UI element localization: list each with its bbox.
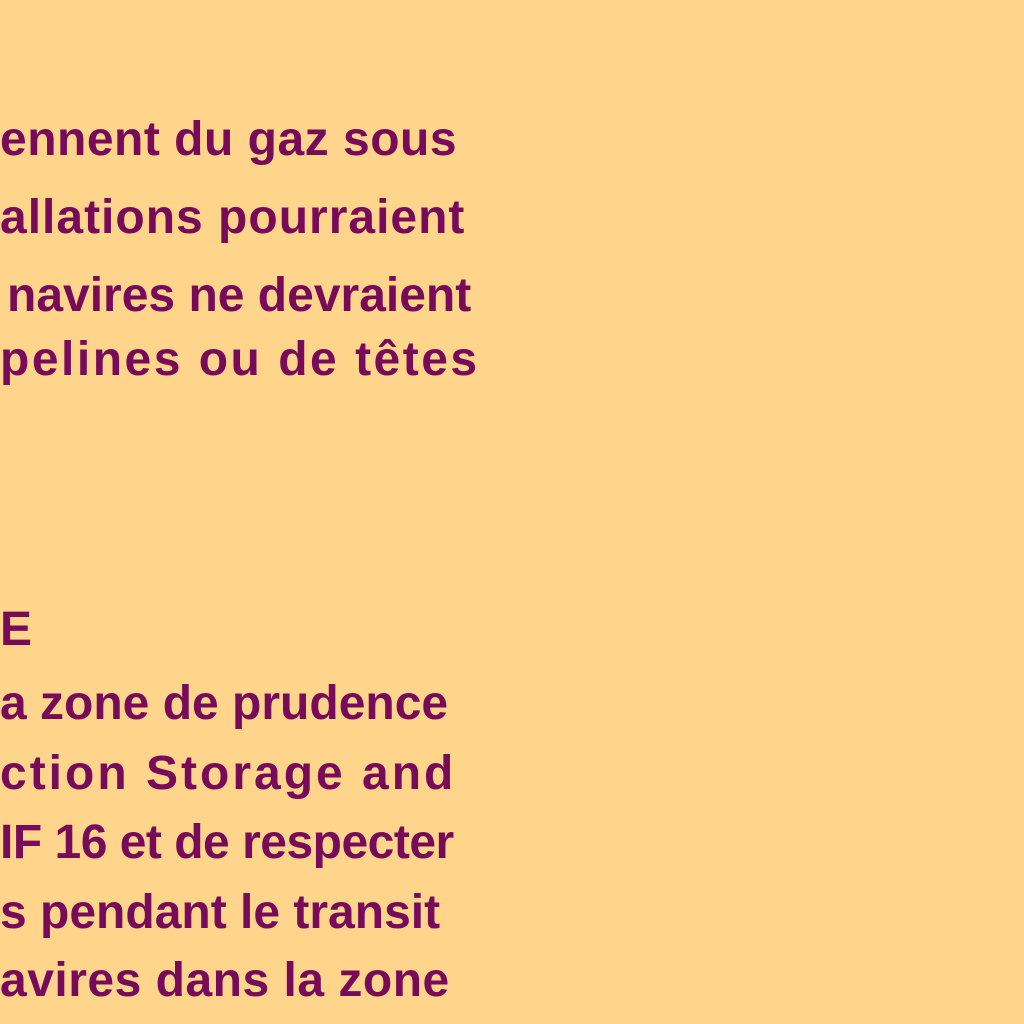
- paragraph-2-line-4: s pendant le transit: [0, 886, 441, 939]
- paragraph-1-line-4: pelines ou de têtes: [0, 333, 480, 386]
- paragraph-1-line-1: ennent du gaz sous: [0, 113, 458, 166]
- paragraph-2-line-2: ction Storage and: [0, 747, 457, 800]
- paragraph-2-line-1: a zone de prudence: [0, 677, 449, 730]
- section-heading: E: [0, 603, 33, 656]
- paragraph-1-line-3: navires ne devraient: [7, 269, 472, 322]
- paragraph-1-line-2: allations pourraient: [0, 191, 466, 244]
- document-page: ennent du gaz sous allations pourraient …: [0, 0, 1024, 1024]
- paragraph-2-line-3: IF 16 et de respecter: [0, 816, 454, 869]
- paragraph-2-line-5: avires dans la zone: [0, 954, 450, 1007]
